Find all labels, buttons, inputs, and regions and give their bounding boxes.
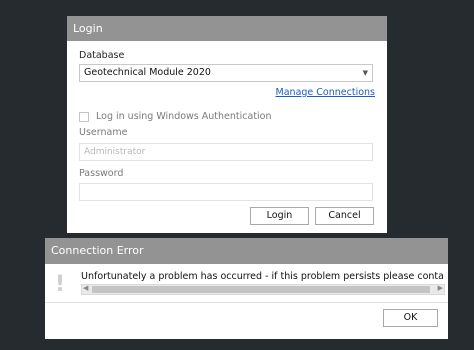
manage-connections-link[interactable]: Manage Connections (276, 87, 375, 98)
error-title: Connection Error (45, 238, 448, 264)
windows-auth-checkbox[interactable] (79, 112, 89, 122)
password-field[interactable] (79, 183, 373, 201)
login-button[interactable]: Login (250, 207, 309, 225)
scroll-right-icon[interactable]: ▶ (438, 284, 443, 292)
horizontal-scrollbar[interactable]: ◀ ▶ (81, 284, 445, 295)
login-title: Login (67, 16, 387, 41)
login-dialog: Login Database Geotechnical Module 2020 … (67, 16, 387, 233)
username-field[interactable]: Administrator (79, 143, 373, 161)
database-value: Geotechnical Module 2020 (84, 67, 211, 78)
connection-error-dialog: Connection Error ! Unfortunately a probl… (45, 238, 448, 339)
scroll-left-icon[interactable]: ◀ (83, 284, 88, 292)
chevron-down-icon[interactable]: ▼ (363, 65, 368, 81)
database-select[interactable]: Geotechnical Module 2020 ▼ (79, 64, 373, 82)
windows-auth-label: Log in using Windows Authentication (96, 111, 272, 122)
cancel-button[interactable]: Cancel (315, 207, 374, 225)
username-placeholder: Administrator (84, 147, 146, 157)
database-label: Database (79, 50, 125, 61)
divider (45, 302, 448, 303)
password-label: Password (79, 168, 124, 179)
exclamation-icon: ! (55, 272, 66, 297)
username-label: Username (79, 127, 128, 138)
ok-button[interactable]: OK (383, 309, 438, 327)
scrollbar-thumb[interactable] (92, 286, 430, 293)
error-message: Unfortunately a problem has occurred - i… (81, 271, 443, 282)
